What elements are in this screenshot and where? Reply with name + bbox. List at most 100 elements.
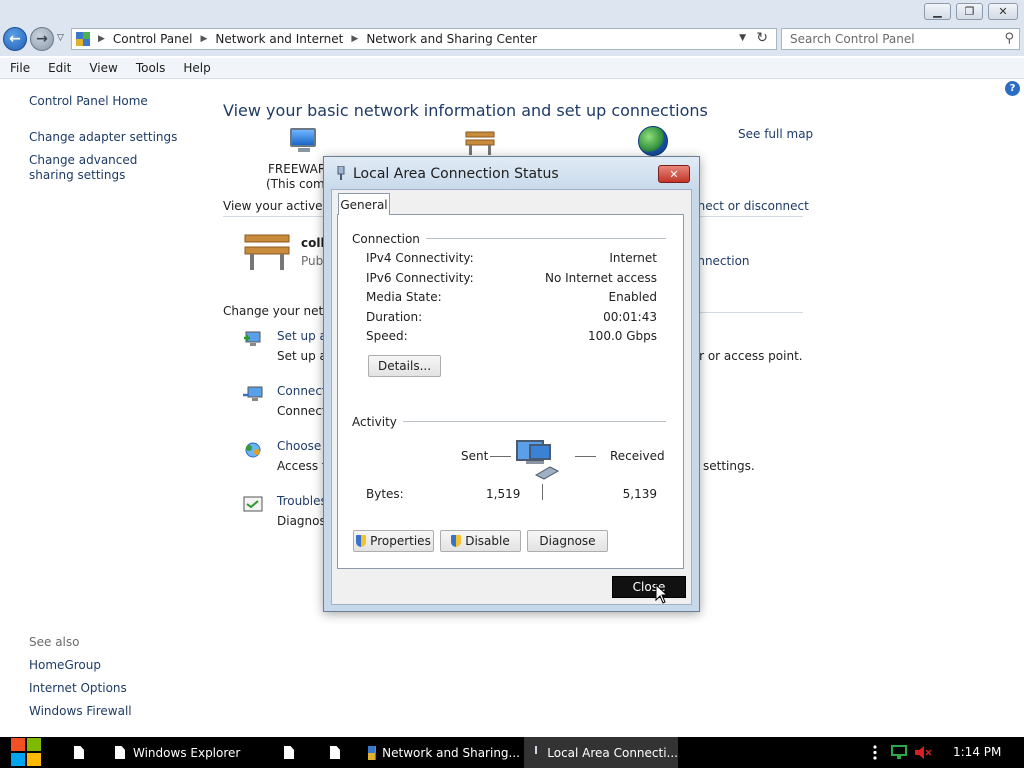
- disable-button[interactable]: Disable: [440, 530, 521, 552]
- see-also-homegroup[interactable]: HomeGroup: [29, 658, 101, 673]
- left-navigation-pane: Control Panel Home Change adapter settin…: [0, 80, 200, 736]
- see-also-internet-options[interactable]: Internet Options: [29, 681, 127, 696]
- document-icon: [74, 746, 84, 759]
- taskbar-network-sharing[interactable]: Network and Sharing...: [362, 737, 520, 768]
- breadcrumb-network-and-internet[interactable]: Network and Internet: [215, 32, 343, 46]
- address-bar[interactable]: ▶ Control Panel ▶ Network and Internet ▶…: [71, 28, 777, 50]
- properties-button[interactable]: Properties: [353, 530, 434, 552]
- duration-value: 00:01:43: [603, 310, 657, 324]
- bytes-received-value: 5,139: [622, 487, 657, 501]
- menu-tools[interactable]: Tools: [126, 61, 174, 75]
- network-tray-icon[interactable]: [891, 745, 907, 760]
- bytes-divider: [542, 484, 543, 500]
- taskbar-label: Windows Explorer: [133, 745, 241, 760]
- media-state-label: Media State:: [366, 290, 442, 304]
- taskbar-local-area-connection[interactable]: Local Area Connecti...: [524, 737, 678, 768]
- network-activity-icon: [516, 440, 560, 480]
- recent-pages-dropdown[interactable]: ▽: [57, 33, 64, 43]
- menu-file[interactable]: File: [0, 61, 38, 75]
- see-also-heading: See also: [29, 635, 80, 649]
- menu-help[interactable]: Help: [173, 61, 218, 75]
- new-connection-icon: [244, 331, 261, 346]
- search-icon[interactable]: ⚲: [1004, 31, 1014, 46]
- task-choose-desc: Access fi: [277, 459, 330, 473]
- close-button[interactable]: Close: [612, 576, 686, 598]
- page-title: View your basic network information and …: [223, 101, 708, 120]
- network-cable-icon: [535, 745, 538, 760]
- menu-view[interactable]: View: [79, 61, 125, 75]
- more-options-icon[interactable]: [872, 745, 878, 760]
- chevron-right-icon[interactable]: ▶: [201, 34, 208, 44]
- document-icon: [284, 746, 294, 759]
- connection-status-dialog: Local Area Connection Status ✕ General C…: [323, 156, 700, 612]
- mouse-cursor-icon: [655, 584, 669, 604]
- close-icon: ✕: [998, 5, 1008, 18]
- dialog-titlebar[interactable]: Local Area Connection Status ✕: [324, 157, 699, 189]
- document-icon: [330, 746, 340, 759]
- restore-icon: ❐: [964, 5, 975, 18]
- control-panel-icon: [76, 32, 90, 46]
- bench-icon: [465, 131, 495, 155]
- back-button[interactable]: ←: [3, 27, 27, 51]
- media-state-value: Enabled: [608, 290, 658, 304]
- disable-button-label: Disable: [465, 534, 510, 548]
- duration-label: Duration:: [366, 310, 423, 324]
- taskbar-document-3[interactable]: [324, 737, 354, 768]
- taskbar: Windows Explorer Network and Sharing... …: [0, 737, 1024, 768]
- task-connect-title[interactable]: Connect: [277, 384, 327, 398]
- computer-icon: [290, 128, 320, 154]
- minimize-button[interactable]: ▁: [924, 3, 951, 20]
- ipv4-value: Internet: [609, 251, 657, 265]
- volume-muted-icon[interactable]: [914, 745, 932, 760]
- task-troubleshoot-title[interactable]: Troubles: [277, 494, 327, 508]
- uac-shield-icon: [356, 535, 367, 547]
- troubleshoot-icon: [243, 496, 263, 512]
- maximize-button[interactable]: ❐: [956, 3, 983, 20]
- task-setup-desc: Set up a: [277, 349, 327, 363]
- sidebar-item-control-panel-home[interactable]: Control Panel Home: [29, 94, 148, 109]
- refresh-icon[interactable]: ↻: [756, 30, 768, 46]
- sidebar-item-change-advanced-sharing[interactable]: Change advanced sharing settings: [29, 153, 179, 183]
- see-full-map-link[interactable]: See full map: [738, 127, 813, 141]
- search-input[interactable]: [782, 32, 992, 46]
- minimize-icon: ▁: [933, 5, 942, 18]
- network-cable-icon: [337, 166, 345, 180]
- ipv4-label: IPv4 Connectivity:: [366, 251, 474, 265]
- chevron-right-icon[interactable]: ▶: [98, 34, 105, 44]
- taskbar-windows-explorer[interactable]: Windows Explorer: [109, 737, 264, 768]
- help-icon[interactable]: ?: [1005, 81, 1020, 96]
- forward-button[interactable]: →: [30, 27, 54, 51]
- sent-label: Sent: [461, 449, 489, 463]
- start-button[interactable]: [11, 738, 42, 767]
- see-also-windows-firewall[interactable]: Windows Firewall: [29, 704, 132, 719]
- search-box[interactable]: ⚲: [781, 28, 1020, 50]
- details-button[interactable]: Details...: [368, 355, 441, 377]
- chevron-right-icon[interactable]: ▶: [351, 34, 358, 44]
- close-window-button[interactable]: ✕: [988, 3, 1018, 20]
- dialog-body: General Connection IPv4 Connectivity: In…: [331, 189, 692, 605]
- homegroup-sharing-icon: [245, 442, 261, 458]
- bytes-label: Bytes:: [366, 487, 404, 501]
- menu-bar: File Edit View Tools Help: [0, 58, 1024, 79]
- taskbar-clock[interactable]: 1:14 PM: [953, 745, 1001, 759]
- window-titlebar: ▁ ❐ ✕: [0, 0, 1024, 24]
- task-setup-title[interactable]: Set up a: [277, 329, 327, 343]
- general-tab-panel: Connection IPv4 Connectivity: Internet I…: [337, 214, 684, 569]
- menu-edit[interactable]: Edit: [38, 61, 79, 75]
- internet-globe-icon: [638, 126, 668, 156]
- dialog-close-button[interactable]: ✕: [658, 165, 690, 183]
- sidebar-item-change-adapter-settings[interactable]: Change adapter settings: [29, 130, 177, 145]
- address-dropdown-icon[interactable]: ▼: [739, 33, 746, 43]
- breadcrumb-network-sharing-center[interactable]: Network and Sharing Center: [366, 32, 537, 46]
- back-arrow-icon: ←: [9, 31, 21, 47]
- received-line: [575, 456, 596, 457]
- task-connect-desc: Connect: [277, 404, 327, 418]
- tab-general[interactable]: General: [338, 193, 390, 215]
- document-icon: [115, 746, 125, 759]
- diagnose-button[interactable]: Diagnose: [527, 530, 608, 552]
- taskbar-document-2[interactable]: [278, 737, 308, 768]
- connect-disconnect-link[interactable]: nnect or disconnect: [690, 199, 809, 213]
- taskbar-document-1[interactable]: [68, 737, 98, 768]
- group-divider: [400, 421, 666, 422]
- breadcrumb-control-panel[interactable]: Control Panel: [113, 32, 193, 46]
